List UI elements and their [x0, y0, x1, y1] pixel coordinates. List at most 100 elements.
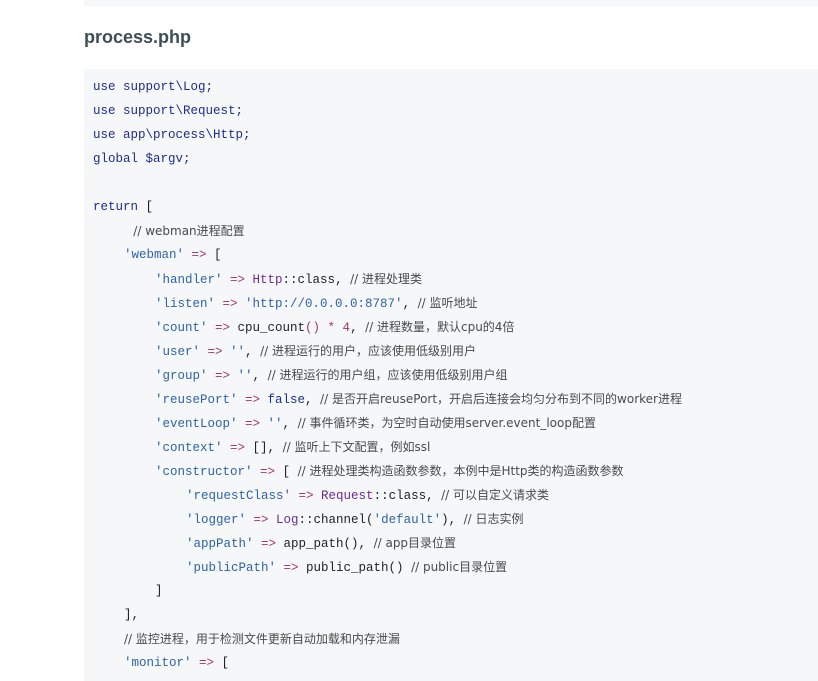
code-token: ,	[245, 345, 261, 359]
code-token: 'listen'	[155, 297, 216, 311]
code-token: ],	[124, 608, 140, 622]
code-token: // 进程处理类构造函数参数，本例中是Http类的构造函数参数	[297, 464, 624, 478]
code-line: 'user' => '', // 进程运行的用户，应该使用低级别用户	[155, 341, 476, 361]
code-token: 'monitor'	[124, 656, 192, 670]
code-token: 'eventLoop'	[155, 417, 238, 431]
code-token: [	[138, 200, 154, 214]
code-token: 'publicPath'	[186, 561, 277, 575]
page-title: process.php	[84, 27, 192, 47]
code-token: return	[93, 200, 139, 214]
code-token: =>	[237, 393, 268, 407]
code-token: use app\process\Http;	[93, 128, 251, 142]
code-token: // public目录位置	[411, 560, 508, 574]
code-line: return [	[93, 197, 153, 217]
code-token: =>	[222, 273, 253, 287]
code-line: 'requestClass' => Request::class, // 可以自…	[186, 485, 549, 505]
code-line: // webman进程配置	[133, 221, 244, 241]
code-token: =>	[184, 248, 215, 262]
code-line: 'constructor' => [ // 进程处理类构造函数参数，本例中是Ht…	[155, 461, 624, 481]
code-token: =>	[252, 465, 283, 479]
code-token: =>	[191, 656, 222, 670]
code-token: =>	[207, 369, 238, 383]
code-token: [	[282, 465, 298, 479]
code-token: false	[267, 393, 306, 407]
code-token: // app目录位置	[373, 536, 457, 550]
code-token: ,	[426, 489, 442, 503]
code-line: 'publicPath' => public_path() // public目…	[186, 557, 507, 577]
code-token: Request	[321, 489, 374, 503]
code-line: 'context' => [], // 监听上下文配置，例如ssl	[155, 437, 430, 457]
code-line: 'eventLoop' => '', // 事件循环类，为空时自动使用serve…	[155, 413, 596, 433]
code-line: global $argv;	[93, 149, 191, 169]
code-line: use support\Request;	[93, 101, 243, 121]
code-token: ''	[230, 345, 246, 359]
code-token: // webman进程配置	[133, 224, 245, 238]
code-token: =>	[215, 297, 246, 311]
code-token: ::class	[282, 273, 336, 287]
code-token: ,	[402, 297, 418, 311]
code-token: () * 4	[305, 321, 351, 335]
code-line: ],	[124, 605, 139, 625]
code-token: 'default'	[373, 513, 442, 527]
code-token: // 进程处理类	[350, 272, 422, 286]
code-token: ]	[155, 584, 163, 598]
code-token: // 监听地址	[417, 296, 478, 310]
code-token: ,	[335, 273, 351, 287]
code-line: 'count' => cpu_count() * 4, // 进程数量，默认cp…	[155, 317, 514, 337]
code-token: // 日志实例	[463, 512, 524, 526]
code-line: 'webman' => [	[124, 245, 222, 265]
code-token: 'user'	[155, 345, 201, 359]
code-token: ,	[252, 369, 268, 383]
code-line: 'handler' => Http::class, // 进程处理类	[155, 269, 422, 289]
code-token: 'http://0.0.0.0:8787'	[245, 297, 403, 311]
code-token: use support\Request;	[93, 104, 244, 118]
code-token: 'webman'	[124, 248, 185, 262]
code-token: app_path	[283, 537, 344, 551]
code-token: 'requestClass'	[186, 489, 292, 503]
code-token: Log	[276, 513, 299, 527]
code-token: 'logger'	[186, 513, 247, 527]
code-token: // 可以自定义请求类	[441, 488, 549, 502]
code-token: // 事件循环类，为空时自动使用server.event_loop配置	[297, 416, 596, 430]
code-token: =>	[222, 441, 253, 455]
code-token: // 进程数量，默认cpu的4倍	[365, 320, 515, 334]
code-token: ,	[305, 393, 321, 407]
code-token: (),	[343, 537, 374, 551]
code-token: // 进程运行的用户，应该使用低级别用户	[260, 344, 476, 358]
code-line: ]	[155, 581, 163, 601]
code-token: =>	[207, 321, 238, 335]
code-token: =>	[276, 561, 307, 575]
code-line: 'listen' => 'http://0.0.0.0:8787', // 监听…	[155, 293, 477, 313]
code-token: ,	[350, 321, 366, 335]
code-block[interactable]: use support\Log; use support\Request; use …	[84, 69, 818, 681]
code-token: =>	[246, 513, 277, 527]
previous-section-edge	[84, 0, 818, 6]
code-token: cpu_count	[237, 321, 306, 335]
code-token: // 是否开启reusePort，开启后连接会均匀分布到不同的worker进程	[320, 392, 682, 406]
code-token: // 监听上下文配置，例如ssl	[282, 440, 431, 454]
code-line: 'monitor' => [	[124, 653, 229, 673]
code-token: ''	[237, 369, 253, 383]
code-token: 'count'	[155, 321, 208, 335]
code-token: =>	[253, 537, 284, 551]
code-line: // 监控进程，用于检测文件更新自动加载和内存泄漏	[124, 629, 400, 649]
code-token: =>	[237, 417, 268, 431]
code-token: // 监控进程，用于检测文件更新自动加载和内存泄漏	[124, 632, 400, 646]
code-line: 'logger' => Log::channel('default'), // …	[186, 509, 524, 529]
code-token: ::class	[373, 489, 427, 503]
code-token: ,	[282, 417, 298, 431]
code-token: Http	[252, 273, 283, 287]
code-token: 'constructor'	[155, 465, 253, 479]
code-token: public_path	[306, 561, 389, 575]
code-token: ''	[267, 417, 283, 431]
code-token: ::channel(	[298, 513, 374, 527]
code-line: 'appPath' => app_path(), // app目录位置	[186, 533, 456, 553]
code-token: ),	[441, 513, 464, 527]
code-token: use support\Log;	[93, 80, 214, 94]
code-token: 'appPath'	[186, 537, 254, 551]
code-token: global $argv;	[93, 152, 191, 166]
code-token: =>	[200, 345, 231, 359]
code-token: 'handler'	[155, 273, 223, 287]
code-token: 'reusePort'	[155, 393, 238, 407]
code-token: ,	[267, 441, 283, 455]
